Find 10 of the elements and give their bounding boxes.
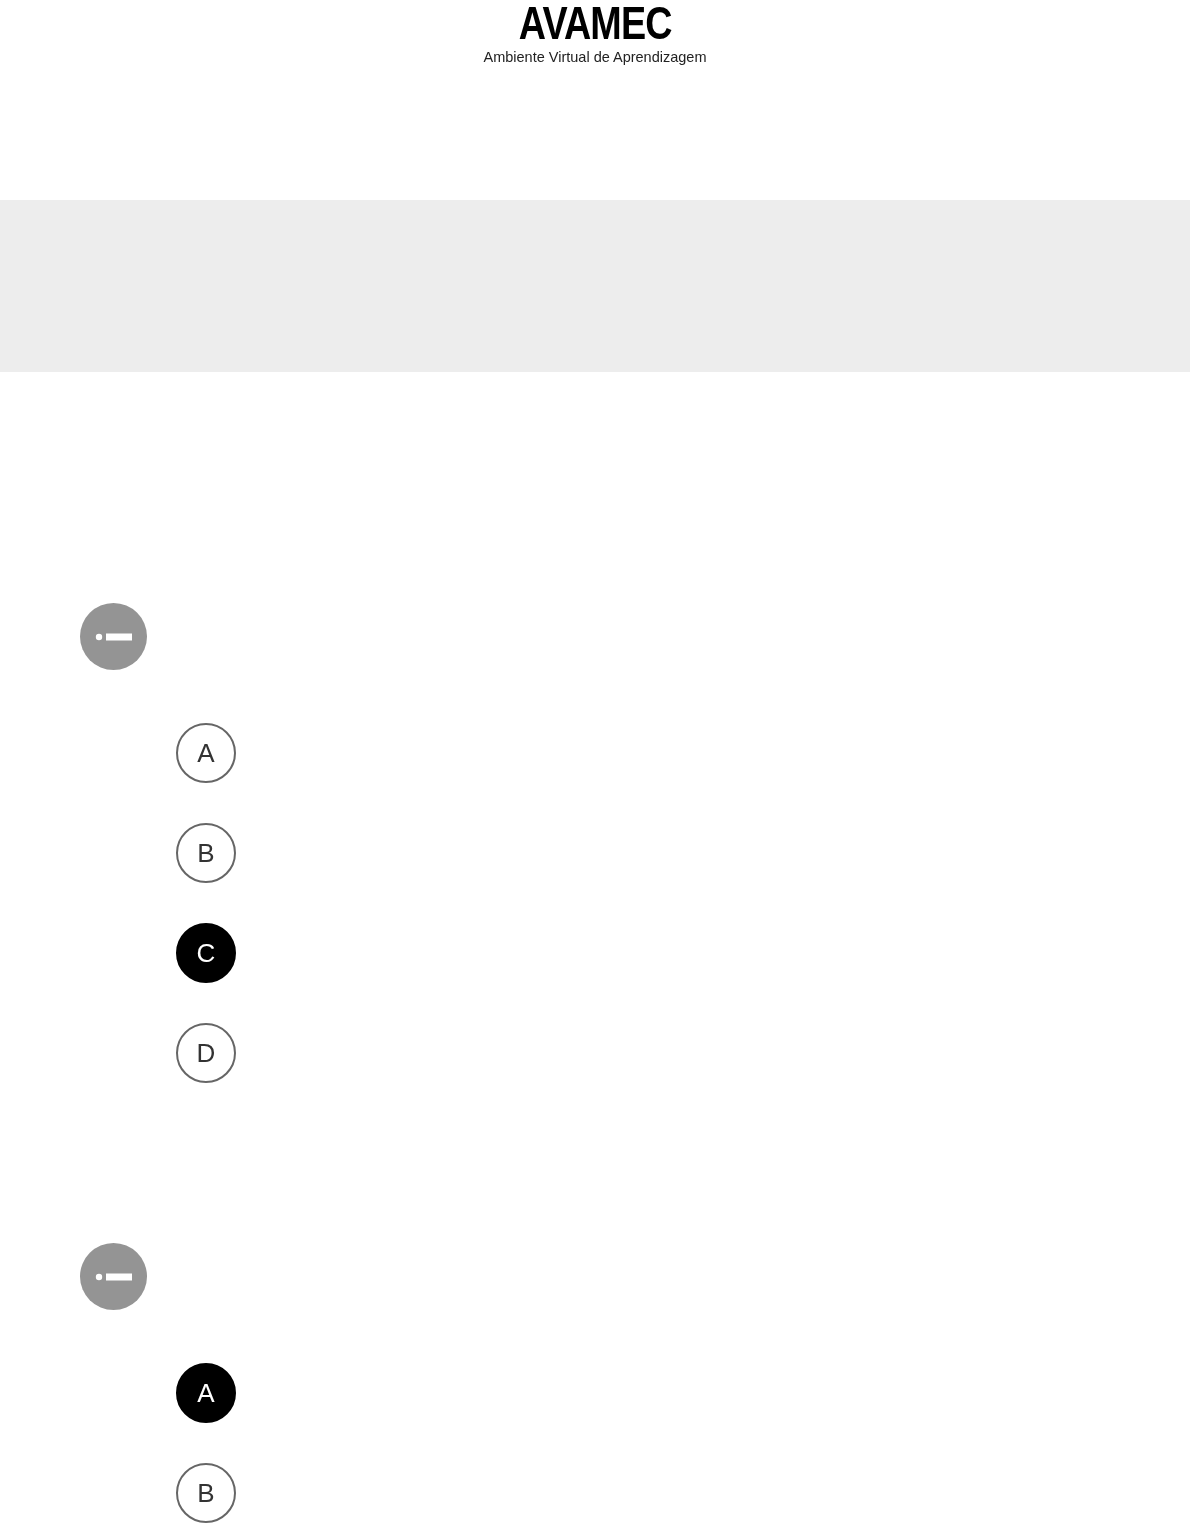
answer-option[interactable]: B — [176, 823, 236, 883]
logo-subtitle: Ambiente Virtual de Aprendizagem — [483, 48, 707, 66]
answer-option[interactable]: A — [176, 723, 236, 783]
answer-option[interactable]: A — [176, 1363, 236, 1423]
answer-option[interactable]: C — [176, 923, 236, 983]
dot-dash-icon — [80, 1243, 147, 1310]
dot-dash-icon — [80, 603, 147, 670]
answer-option[interactable]: B — [176, 1463, 236, 1523]
logo: AVAMEC — [518, 0, 672, 46]
answer-option[interactable]: D — [176, 1023, 236, 1083]
